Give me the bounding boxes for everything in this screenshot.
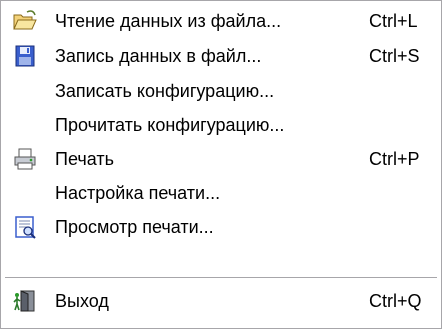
printer-icon xyxy=(12,147,38,171)
menu-item-write-data[interactable]: Запись данных в файл... Ctrl+S xyxy=(3,39,439,73)
print-preview-icon xyxy=(12,215,38,239)
menu-item-exit[interactable]: Выход Ctrl+Q xyxy=(3,284,439,318)
menu-separator xyxy=(5,277,437,279)
file-menu: Чтение данных из файла... Ctrl+L Запись … xyxy=(0,0,442,329)
menu-item-read-config[interactable]: Прочитать конфигурацию... xyxy=(3,108,439,142)
save-disk-icon xyxy=(12,44,38,68)
menu-item-label: Запись данных в файл... xyxy=(55,46,262,66)
menu-item-shortcut: Ctrl+S xyxy=(369,46,420,66)
menu-item-print[interactable]: Печать Ctrl+P xyxy=(3,142,439,176)
menu-item-shortcut: Ctrl+L xyxy=(369,11,418,31)
menu-item-label: Прочитать конфигурацию... xyxy=(55,115,285,135)
menu-item-label: Чтение данных из файла... xyxy=(55,11,282,31)
menu-item-label: Печать xyxy=(55,149,114,169)
menu-item-label: Настройка печати... xyxy=(55,183,221,203)
menu-item-shortcut: Ctrl+P xyxy=(369,149,420,169)
menu-item-write-config[interactable]: Записать конфигурацию... xyxy=(3,74,439,108)
exit-door-icon xyxy=(12,289,38,313)
open-folder-icon xyxy=(12,9,38,33)
menu-item-label: Выход xyxy=(55,291,109,311)
menu-item-label: Просмотр печати... xyxy=(55,217,214,237)
menu-item-label: Записать конфигурацию... xyxy=(55,81,275,101)
menu-item-shortcut: Ctrl+Q xyxy=(369,291,422,311)
menu-item-print-setup[interactable]: Настройка печати... xyxy=(3,176,439,210)
menu-item-read-data[interactable]: Чтение данных из файла... Ctrl+L xyxy=(3,4,439,38)
menu-item-print-preview[interactable]: Просмотр печати... xyxy=(3,210,439,244)
